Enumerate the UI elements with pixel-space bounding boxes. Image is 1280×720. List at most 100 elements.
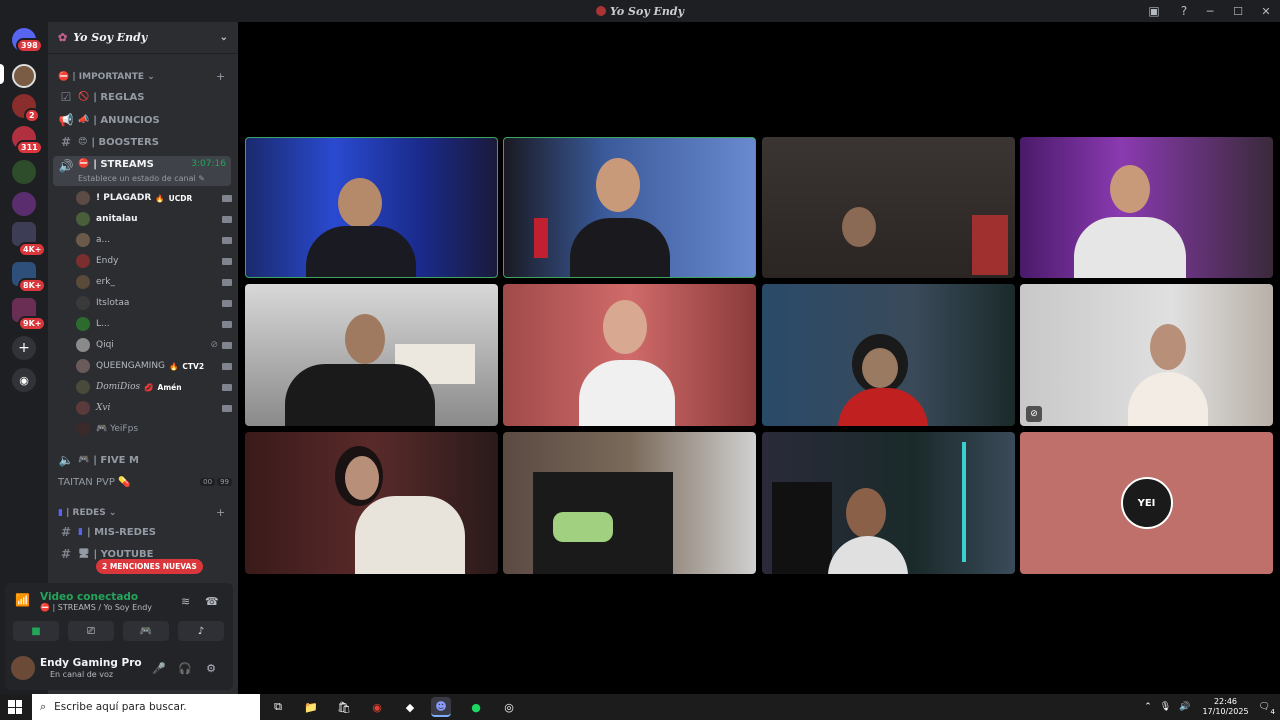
screen-share-icon: ⎚ — [87, 625, 95, 637]
voice-panel: 📶 Video conectado ⛔ | STREAMS / Yo Soy E… — [5, 583, 233, 690]
chevron-up-icon[interactable]: ⌃ — [1144, 702, 1152, 712]
voice-user[interactable]: L... — [76, 314, 232, 334]
avatar[interactable] — [11, 656, 35, 680]
add-channel-icon[interactable]: + — [216, 506, 225, 519]
voice-user[interactable]: QUEENGAMING 🔥 CTV2 — [76, 356, 232, 376]
disconnect-icon[interactable]: ☎ — [205, 595, 219, 608]
category-importante[interactable]: ⛔ | IMPORTANTE ⌄ — [58, 72, 155, 82]
voice-user[interactable]: DomiDios 💋 Amén — [76, 377, 232, 397]
soundboard-button[interactable]: ♪ — [178, 621, 224, 641]
mentions-badge[interactable]: 2 MENCIONES NUEVAS — [96, 559, 203, 574]
discord-icon[interactable]: ☻ — [431, 697, 451, 717]
video-tile[interactable]: ⊘ — [1020, 284, 1273, 426]
video-tile[interactable] — [503, 432, 756, 574]
video-tile[interactable] — [245, 137, 498, 278]
minimize-button[interactable]: ─ — [1196, 0, 1224, 22]
taskbar-search[interactable]: ⌕ Escribe aquí para buscar. — [32, 694, 260, 720]
task-view-icon[interactable]: ⧉ — [268, 697, 288, 717]
video-tile[interactable] — [762, 137, 1015, 278]
store-icon[interactable]: 🛍 — [334, 697, 354, 717]
pill-icon: 💊 — [118, 476, 131, 488]
guild-icon: ✿ — [58, 31, 68, 44]
camera-icon — [222, 341, 232, 349]
video-tile-avatar[interactable]: YEI — [1020, 432, 1273, 574]
server-icon[interactable] — [12, 160, 36, 184]
person-body — [306, 226, 416, 277]
server-yo-soy-endy[interactable] — [12, 64, 36, 88]
video-tile[interactable] — [503, 137, 756, 278]
voice-user[interactable]: Endy — [76, 251, 232, 271]
gear-icon[interactable]: ⚙ — [203, 660, 219, 676]
noise-suppression-icon[interactable]: ≋ — [181, 595, 190, 608]
channel-boosters[interactable]: # 😍 | BOOSTERS — [58, 132, 232, 152]
inbox-icon[interactable]: ▣ — [1146, 3, 1162, 19]
channel-taitan-pvp[interactable]: TAITAN PVP 💊 00 99 — [58, 472, 232, 492]
server-logo-icon — [595, 5, 606, 16]
channel-five-m[interactable]: 🔈 🎮 | FIVE M — [58, 450, 232, 470]
discover-icon[interactable]: ◉ — [12, 368, 36, 392]
emoji-icon: 😍 — [78, 137, 88, 147]
help-icon[interactable]: ? — [1176, 3, 1192, 19]
server-icon[interactable] — [12, 192, 36, 216]
chrome-icon[interactable]: ◉ — [367, 697, 387, 717]
user-name[interactable]: Endy Gaming Pro — [40, 657, 142, 669]
voice-user[interactable]: erk_ — [76, 272, 232, 292]
video-tile[interactable] — [1020, 137, 1273, 278]
person — [338, 178, 382, 228]
headphones-icon[interactable]: 🎧 — [177, 660, 193, 676]
file-explorer-icon[interactable]: 📁 — [301, 697, 321, 717]
channel-anuncios[interactable]: 📢 📣 | ANUNCIOS — [58, 110, 232, 130]
channel-mis-redes[interactable]: # ▮ | MIS-REDES — [58, 522, 232, 542]
avatar — [76, 254, 90, 268]
add-server-icon[interactable]: + — [12, 336, 36, 360]
guild-header[interactable]: ✿ Yo Soy Endy ⌄ — [48, 22, 238, 54]
avatar — [76, 212, 90, 226]
camera-button[interactable]: ■ — [13, 621, 59, 641]
app-icon[interactable]: ◎ — [499, 697, 519, 717]
clock[interactable]: 22:46 17/10/2025 — [1202, 697, 1248, 717]
hash-icon: # — [60, 547, 72, 561]
window-controls: ─ ☐ ✕ — [1196, 0, 1280, 22]
camera-icon — [222, 278, 232, 286]
close-button[interactable]: ✕ — [1252, 0, 1280, 22]
notifications-icon[interactable]: 🗨 4 — [1259, 702, 1275, 716]
activities-button[interactable]: 🎮 — [123, 621, 169, 641]
voice-user[interactable]: ! PLAGADR 🔥 UCDR — [76, 188, 232, 208]
soundboard-icon: ♪ — [197, 625, 205, 637]
voice-user[interactable]: a... — [76, 230, 232, 250]
camera-icon — [222, 215, 232, 223]
light — [534, 218, 548, 258]
blanket — [553, 512, 613, 542]
screen-share-button[interactable]: ⎚ — [68, 621, 114, 641]
taskbar: ⌕ Escribe aquí para buscar. ⧉ 📁 🛍 ◉ ◆ ☻ ●… — [0, 694, 1280, 720]
maximize-button[interactable]: ☐ — [1224, 0, 1252, 22]
voice-user[interactable]: 🎮 YeiFps — [76, 419, 232, 439]
voice-user[interactable]: Qiqi ⊘ — [76, 335, 232, 355]
voice-channel-link[interactable]: ⛔ | STREAMS / Yo Soy Endy — [40, 603, 152, 612]
guild-name: Yo Soy Endy — [73, 31, 148, 44]
person — [862, 348, 898, 388]
video-tile[interactable] — [503, 284, 756, 426]
roblox-icon[interactable]: ◆ — [400, 697, 420, 717]
add-channel-icon[interactable]: + — [216, 70, 225, 83]
voice-user[interactable]: anitalau — [76, 209, 232, 229]
channel-status-line[interactable]: Establece un estado de canal ✎ — [78, 174, 205, 183]
category-redes[interactable]: ▮ | REDES ⌄ — [58, 508, 116, 518]
voice-user[interactable]: Itslotaa — [76, 293, 232, 313]
microphone-icon[interactable]: 🎤 — [151, 660, 167, 676]
volume-icon[interactable]: 🔊 — [1179, 702, 1190, 712]
video-tile[interactable] — [245, 432, 498, 574]
spotify-icon[interactable]: ● — [466, 697, 486, 717]
voice-user[interactable]: Xvi — [76, 398, 232, 418]
controller-icon: 🎮 — [139, 625, 153, 637]
video-tile[interactable] — [245, 284, 498, 426]
avatar — [76, 359, 90, 373]
windows-start-icon[interactable] — [8, 700, 22, 714]
video-tile[interactable] — [762, 432, 1015, 574]
hash-icon: # — [60, 525, 72, 539]
microphone-icon[interactable]: 🎙 — [1160, 702, 1171, 712]
video-tile[interactable] — [762, 284, 1015, 426]
chevron-down-icon[interactable]: ⌄ — [220, 32, 228, 43]
channel-reglas[interactable]: ☑ 🚫 | REGLAS — [58, 87, 232, 107]
camera-icon — [222, 383, 232, 391]
